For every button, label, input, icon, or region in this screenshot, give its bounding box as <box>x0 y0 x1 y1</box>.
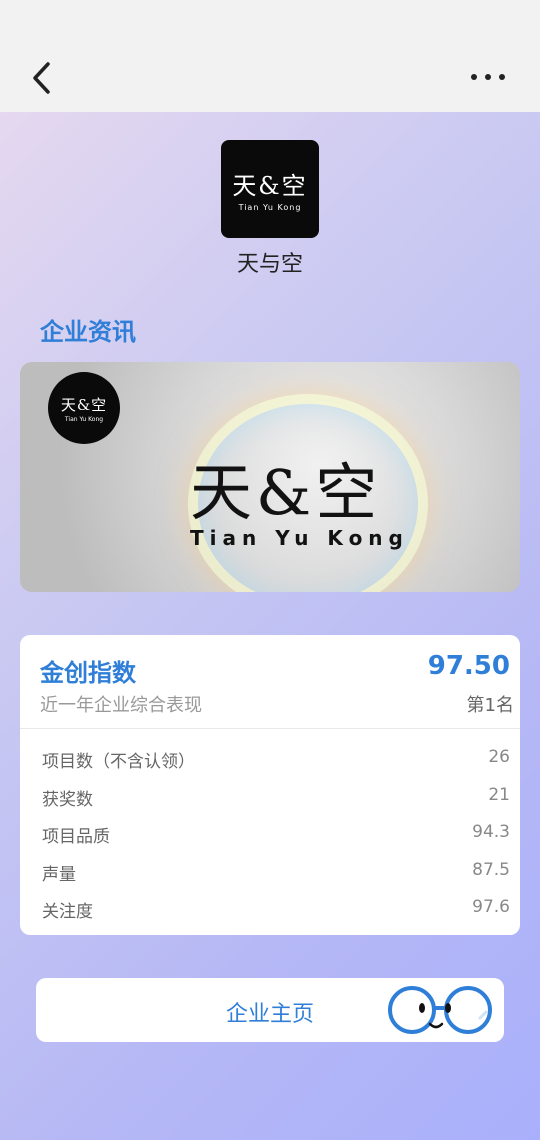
index-rank: 第1名 <box>466 695 514 716</box>
back-button[interactable] <box>24 58 60 98</box>
banner-text-en: Tian Yu Kong <box>190 526 409 550</box>
index-row: 项目数（不含认领） 26 <box>20 741 520 779</box>
index-title: 金创指数 <box>40 659 136 687</box>
row-value: 26 <box>488 747 510 767</box>
divider <box>20 728 520 729</box>
logo-text-en: Tian Yu Kong <box>238 203 302 212</box>
page-content: 天&空 Tian Yu Kong 天与空 企业资讯 天&空 Tian Yu Ko… <box>0 112 540 1140</box>
logo-text-cn: 天&空 <box>232 172 308 200</box>
company-home-button[interactable]: 企业主页 <box>36 978 504 1042</box>
chevron-left-icon <box>33 62 50 94</box>
more-button[interactable] <box>462 62 514 92</box>
row-label: 关注度 <box>42 902 93 922</box>
index-row: 关注度 97.6 <box>20 891 520 929</box>
glasses-mascot-icon <box>388 986 492 1034</box>
row-value: 21 <box>488 784 510 805</box>
index-score: 97.50 <box>427 651 510 681</box>
index-rows: 项目数（不含认领） 26 获奖数 21 项目品质 94.3 声量 87.5 关注… <box>20 741 520 929</box>
row-value: 94.3 <box>472 822 510 842</box>
row-label: 项目数（不含认领） <box>42 752 195 772</box>
news-section-title: 企业资讯 <box>40 318 136 346</box>
banner-text-cn: 天&空 <box>190 456 382 529</box>
badge-text-cn: 天&空 <box>60 395 108 414</box>
company-name: 天与空 <box>236 252 303 277</box>
row-label: 获奖数 <box>42 789 93 810</box>
company-logo[interactable]: 天&空 Tian Yu Kong <box>221 140 319 238</box>
index-row: 声量 87.5 <box>20 854 520 892</box>
badge-text-en: Tian Yu Kong <box>64 415 104 423</box>
more-dots-icon <box>471 74 505 80</box>
row-value: 97.6 <box>472 897 510 917</box>
index-subtitle: 近一年企业综合表现 <box>40 695 202 716</box>
index-card: 金创指数 97.50 近一年企业综合表现 第1名 项目数（不含认领） 26 获奖… <box>20 635 520 935</box>
row-label: 项目品质 <box>42 827 110 847</box>
index-row: 获奖数 21 <box>20 779 520 817</box>
top-bar <box>0 0 540 112</box>
index-row: 项目品质 94.3 <box>20 816 520 854</box>
banner-logo-badge: 天&空 Tian Yu Kong <box>48 372 120 444</box>
row-label: 声量 <box>42 864 76 885</box>
news-banner[interactable]: 天&空 Tian Yu Kong 天&空 Tian Yu Kong <box>20 362 520 592</box>
row-value: 87.5 <box>472 859 510 880</box>
